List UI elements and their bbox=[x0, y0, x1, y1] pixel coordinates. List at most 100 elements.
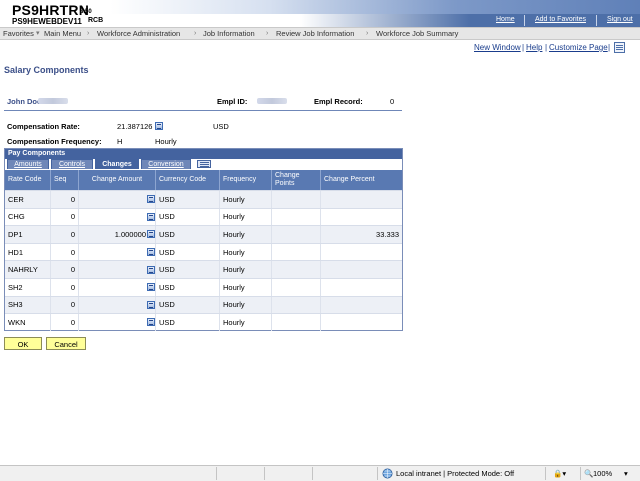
col-change-amount[interactable]: Change Amount bbox=[79, 170, 156, 190]
cell-seq: 0 bbox=[51, 314, 79, 331]
col-change-percent[interactable]: Change Percent bbox=[321, 170, 402, 190]
zoom-dropdown-icon[interactable]: ▾ bbox=[624, 469, 628, 478]
table-row: DP1 0 1.000000 USD Hourly 33.333 bbox=[5, 225, 402, 243]
header-band bbox=[110, 0, 640, 14]
col-rate-code[interactable]: Rate Code bbox=[5, 170, 51, 190]
calculator-icon[interactable] bbox=[147, 318, 155, 327]
tab-amounts[interactable]: Amounts bbox=[7, 159, 49, 169]
empl-id-label: Empl ID: bbox=[217, 97, 248, 106]
compensation-currency: USD bbox=[213, 122, 229, 131]
calculator-icon[interactable] bbox=[147, 300, 155, 309]
change-amount-value: 1.000000 bbox=[114, 229, 146, 239]
col-change-points[interactable]: Change Points bbox=[272, 170, 321, 190]
cell-seq: 0 bbox=[51, 279, 79, 296]
header-separator bbox=[524, 15, 525, 26]
nav-review-job-information[interactable]: Review Job Information bbox=[276, 28, 354, 39]
cell-frequency: Hourly bbox=[220, 208, 272, 226]
table-row: SH2 0 USD Hourly bbox=[5, 278, 402, 296]
help-link[interactable]: Help bbox=[526, 43, 542, 52]
cell-seq: 0 bbox=[51, 226, 79, 243]
tab-conversion[interactable]: Conversion bbox=[141, 159, 191, 169]
calculator-icon[interactable] bbox=[147, 283, 155, 292]
zoom-level[interactable]: 100% bbox=[593, 469, 612, 478]
pay-components-grid: Pay Components Amounts Controls Changes … bbox=[4, 148, 403, 331]
status-divider bbox=[580, 467, 581, 480]
user-code: RCB bbox=[88, 17, 104, 24]
cell-seq: 0 bbox=[51, 208, 79, 226]
header-separator bbox=[596, 15, 597, 26]
zoom-icon[interactable]: 🔍 bbox=[584, 469, 593, 478]
cell-change-percent bbox=[321, 279, 402, 296]
compensation-frequency-label: Compensation Frequency: bbox=[7, 137, 102, 146]
tool-separator: | bbox=[608, 43, 611, 52]
cell-currency-code: USD bbox=[156, 226, 220, 243]
intranet-globe-icon bbox=[382, 468, 393, 479]
new-window-link[interactable]: New Window bbox=[474, 43, 521, 52]
cell-frequency: Hourly bbox=[220, 261, 272, 278]
cell-change-amount[interactable] bbox=[79, 314, 156, 331]
status-divider bbox=[216, 467, 217, 480]
frequency-code: H bbox=[117, 137, 123, 146]
cancel-button[interactable]: Cancel bbox=[46, 337, 86, 350]
cell-change-amount[interactable] bbox=[79, 243, 156, 261]
cell-change-amount[interactable]: 1.000000 bbox=[79, 226, 156, 243]
col-frequency[interactable]: Frequency bbox=[220, 170, 272, 190]
grid-title: Pay Components bbox=[8, 150, 66, 157]
sign-out-link[interactable]: Sign out bbox=[607, 16, 633, 23]
nav-main-menu[interactable]: Main Menu bbox=[44, 28, 81, 39]
cell-currency-code: USD bbox=[156, 243, 220, 261]
status-divider bbox=[312, 467, 313, 480]
calculator-icon[interactable] bbox=[155, 122, 163, 130]
customize-page-link[interactable]: Customize Page bbox=[549, 43, 608, 52]
calculator-icon[interactable] bbox=[147, 230, 155, 239]
chevron-right-icon: › bbox=[87, 30, 90, 37]
frequency-description: Hourly bbox=[155, 137, 177, 146]
calculator-icon[interactable] bbox=[147, 265, 155, 274]
chevron-down-icon: ▾ bbox=[36, 30, 40, 37]
cell-rate-code: HD1 bbox=[5, 243, 51, 261]
calculator-icon[interactable] bbox=[147, 212, 155, 221]
cell-currency-code: USD bbox=[156, 296, 220, 314]
cell-frequency: Hourly bbox=[220, 314, 272, 331]
calculator-icon[interactable] bbox=[147, 195, 155, 204]
tab-controls[interactable]: Controls bbox=[51, 159, 93, 169]
page-title: Salary Components bbox=[4, 65, 89, 75]
status-divider bbox=[377, 467, 378, 480]
show-all-columns-icon[interactable] bbox=[197, 160, 211, 168]
cell-change-amount[interactable] bbox=[79, 296, 156, 314]
cell-rate-code: CER bbox=[5, 191, 51, 208]
cell-rate-code: SH3 bbox=[5, 296, 51, 314]
cell-change-points bbox=[272, 208, 321, 226]
cell-change-points bbox=[272, 296, 321, 314]
nav-favorites[interactable]: Favorites bbox=[3, 28, 34, 39]
protected-mode-icon[interactable]: 🔒▾ bbox=[553, 469, 566, 478]
cell-change-amount[interactable] bbox=[79, 261, 156, 278]
tab-changes[interactable]: Changes bbox=[95, 159, 139, 169]
empl-record-value: 0 bbox=[390, 97, 395, 106]
cell-change-amount[interactable] bbox=[79, 191, 156, 208]
col-seq[interactable]: Seq bbox=[51, 170, 79, 190]
server-name: PS9HEWEBDEV11 bbox=[12, 17, 82, 26]
grid-icon[interactable] bbox=[614, 42, 625, 53]
col-currency-code[interactable]: Currency Code bbox=[156, 170, 220, 190]
cell-frequency: Hourly bbox=[220, 191, 272, 208]
ok-button[interactable]: OK bbox=[4, 337, 42, 350]
table-row: WKN 0 USD Hourly bbox=[5, 313, 402, 331]
nav-job-information[interactable]: Job Information bbox=[203, 28, 255, 39]
calculator-icon[interactable] bbox=[147, 248, 155, 257]
cell-rate-code: WKN bbox=[5, 314, 51, 331]
redacted-empl-id bbox=[257, 98, 287, 104]
cell-change-percent bbox=[321, 314, 402, 331]
grid-titlebar: Pay Components bbox=[5, 149, 402, 159]
nav-workforce-administration[interactable]: Workforce Administration bbox=[97, 28, 180, 39]
cell-frequency: Hourly bbox=[220, 243, 272, 261]
home-link[interactable]: Home bbox=[496, 16, 515, 23]
cell-currency-code: USD bbox=[156, 279, 220, 296]
employee-name: John Doe bbox=[7, 97, 42, 106]
nav-workforce-job-summary[interactable]: Workforce Job Summary bbox=[376, 28, 458, 39]
cell-change-amount[interactable] bbox=[79, 208, 156, 226]
cell-rate-code: CHG bbox=[5, 208, 51, 226]
add-to-favorites-link[interactable]: Add to Favorites bbox=[535, 16, 586, 23]
cell-frequency: Hourly bbox=[220, 279, 272, 296]
cell-change-amount[interactable] bbox=[79, 279, 156, 296]
